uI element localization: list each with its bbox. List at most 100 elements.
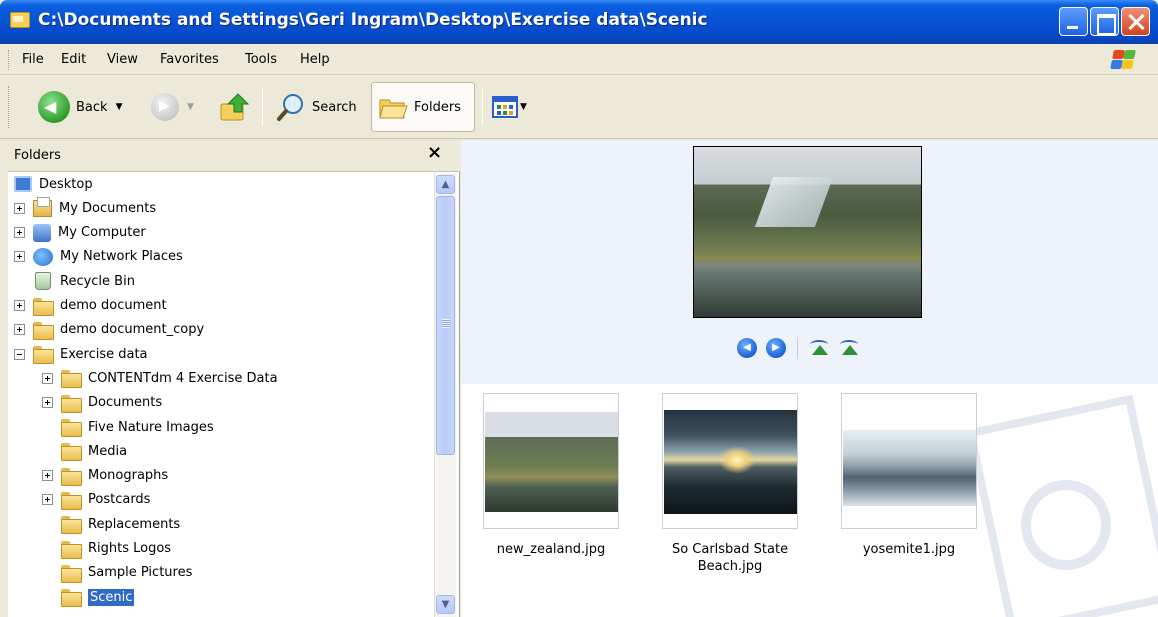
folder-icon: [61, 467, 82, 486]
file-name[interactable]: new_zealand.jpg: [461, 541, 641, 558]
folder-open-icon: [61, 589, 82, 608]
collapse-icon[interactable]: [14, 348, 25, 360]
expand-icon[interactable]: [14, 324, 25, 336]
rotate-counterclockwise-button[interactable]: [838, 339, 862, 357]
tree-item[interactable]: Media: [42, 440, 127, 462]
thumbnail-image: [843, 430, 976, 506]
expand-icon[interactable]: [14, 251, 25, 263]
tree-item[interactable]: demo document_copy: [14, 319, 204, 341]
views-icon: [492, 96, 518, 118]
menu-tools[interactable]: Tools: [245, 52, 277, 67]
folder-icon: [61, 443, 82, 462]
rotate-clockwise-button[interactable]: [808, 339, 832, 357]
tree-item[interactable]: demo document: [14, 295, 167, 317]
back-arrow-icon: [38, 91, 70, 123]
folders-pane-title: Folders: [14, 148, 61, 163]
menu-file[interactable]: File: [22, 52, 44, 67]
folder-icon: [33, 321, 54, 340]
desktop-icon: [14, 176, 32, 192]
tree-item[interactable]: Exercise data: [14, 343, 148, 365]
tree-item[interactable]: Postcards: [42, 489, 150, 511]
menu-edit[interactable]: Edit: [61, 52, 86, 67]
tree-item-label: Five Nature Images: [88, 419, 214, 435]
scroll-thumb[interactable]: [436, 196, 455, 455]
file-thumbnail[interactable]: [483, 393, 619, 529]
folder-icon: [61, 564, 82, 583]
minimize-button[interactable]: [1059, 7, 1088, 36]
title-bar[interactable]: C:\Documents and Settings\Geri Ingram\De…: [0, 0, 1158, 44]
folder-icon: [61, 394, 82, 413]
up-folder-button[interactable]: [218, 84, 252, 130]
expand-icon[interactable]: [14, 300, 25, 311]
expand-icon[interactable]: [42, 397, 53, 409]
tree-item[interactable]: Sample Pictures: [42, 562, 192, 584]
vertical-scrollbar[interactable]: ▲ ▼: [434, 173, 456, 617]
tree-item[interactable]: Scenic: [42, 586, 135, 608]
tree-item[interactable]: Replacements: [42, 513, 180, 535]
expand-icon[interactable]: [42, 494, 53, 506]
tree-item-label: Replacements: [88, 516, 181, 532]
search-label: Search: [312, 99, 357, 115]
menu-grip[interactable]: [8, 50, 11, 70]
tree-item[interactable]: Recycle Bin: [14, 270, 135, 292]
toolbar-grip[interactable]: [8, 86, 11, 128]
folder-icon: [61, 516, 82, 535]
expand-icon[interactable]: [42, 372, 53, 384]
close-pane-icon[interactable]: ×: [427, 142, 442, 163]
file-thumbnail[interactable]: [662, 393, 798, 529]
controls-separator: [797, 337, 798, 359]
expand-icon[interactable]: [14, 202, 25, 214]
tree-item[interactable]: Documents: [42, 392, 162, 414]
views-dropdown-icon[interactable]: ▼: [520, 102, 527, 112]
expand-icon[interactable]: [14, 227, 25, 239]
next-image-button[interactable]: ▶: [766, 338, 786, 358]
menu-favorites[interactable]: Favorites: [160, 52, 219, 67]
up-folder-icon: [220, 93, 250, 121]
back-button[interactable]: Back ▼: [38, 84, 122, 130]
tree-item[interactable]: Rights Logos: [42, 538, 171, 560]
tree-item-label: Exercise data: [60, 346, 148, 362]
tree-item-label: Media: [88, 443, 128, 459]
tree-item[interactable]: Five Nature Images: [42, 416, 214, 438]
file-view: ◀ ▶ new_zealand.jpg So Carlsbad State Be…: [461, 140, 1158, 617]
window-title: C:\Documents and Settings\Geri Ingram\De…: [38, 10, 708, 30]
scroll-down-button[interactable]: ▼: [436, 595, 455, 614]
tree-item[interactable]: Monographs: [42, 465, 168, 487]
file-name[interactable]: yosemite1.jpg: [819, 541, 999, 558]
menu-view[interactable]: View: [107, 52, 138, 67]
previous-image-button[interactable]: ◀: [737, 338, 757, 358]
folder-icon: [33, 346, 54, 365]
tree-item-label: Sample Pictures: [88, 565, 193, 581]
tree-item[interactable]: My Documents: [14, 196, 156, 219]
forward-dropdown-icon[interactable]: ▼: [187, 102, 194, 112]
tree-item-label: My Computer: [58, 225, 146, 241]
thumbnail-image: [664, 410, 797, 514]
folder-icon: [61, 491, 82, 510]
tree-item[interactable]: Desktop: [14, 173, 93, 195]
tree-item[interactable]: My Computer: [14, 222, 146, 244]
scroll-up-button[interactable]: ▲: [436, 175, 455, 194]
menu-help[interactable]: Help: [300, 52, 330, 67]
maximize-button[interactable]: [1090, 7, 1119, 36]
folder-icon: [61, 419, 82, 437]
search-icon: [277, 94, 303, 121]
folders-pane: Folders × Desktop My Documents My Computer…: [8, 140, 460, 617]
folders-icon: [379, 99, 408, 119]
preview-image[interactable]: [693, 146, 922, 318]
folders-button[interactable]: Folders: [371, 82, 475, 132]
file-name[interactable]: So Carlsbad State Beach.jpg: [640, 541, 820, 575]
my-computer-icon: [33, 223, 51, 242]
folders-label: Folders: [414, 99, 461, 115]
tree-item[interactable]: CONTENTdm 4 Exercise Data: [42, 367, 278, 389]
file-thumbnail[interactable]: [841, 393, 977, 529]
search-button[interactable]: Search: [276, 84, 357, 130]
back-dropdown-icon[interactable]: ▼: [116, 102, 123, 112]
tree-item[interactable]: My Network Places: [14, 246, 183, 268]
forward-button[interactable]: ▼: [151, 84, 194, 130]
views-button[interactable]: ▼: [492, 84, 527, 130]
expand-icon[interactable]: [42, 470, 53, 482]
folder-icon: [33, 297, 54, 316]
tree-item-label: Recycle Bin: [60, 273, 135, 289]
network-places-icon: [33, 247, 53, 266]
close-button[interactable]: [1121, 7, 1150, 36]
